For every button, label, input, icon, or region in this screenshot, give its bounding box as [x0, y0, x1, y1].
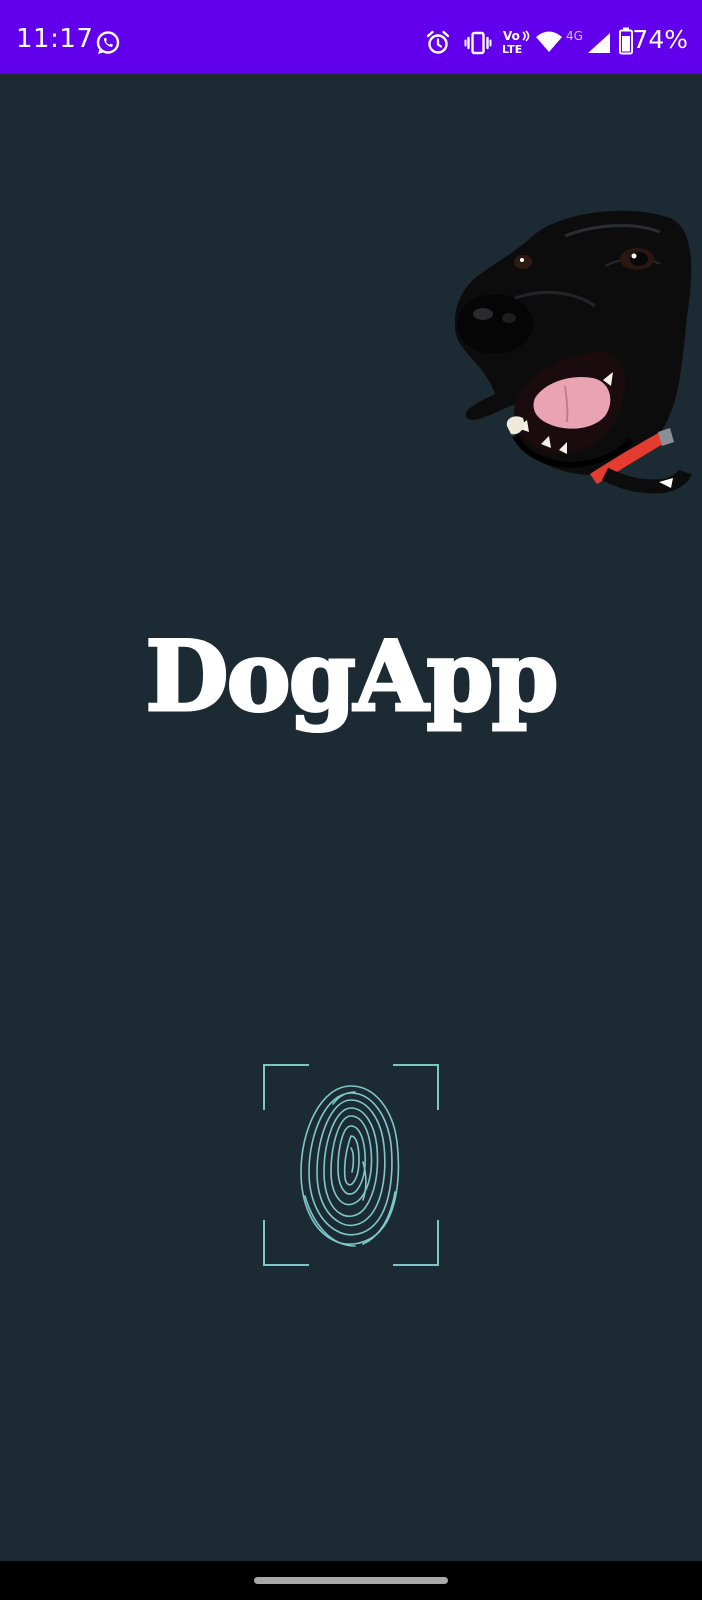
battery-percent: 74% [632, 25, 688, 54]
battery-icon [619, 27, 633, 55]
network-type-label: 4G [566, 29, 583, 43]
status-bar: 11:17 Vo LTE 4G 74% [0, 0, 702, 74]
volte-top-label: Vo [503, 29, 520, 43]
wifi-icon [536, 31, 562, 52]
volte-bottom-label: LTE [502, 43, 523, 56]
alarm-icon [426, 30, 450, 54]
app-title: DogApp [144, 620, 560, 733]
dog-image [455, 210, 692, 494]
status-time: 11:17 [16, 24, 94, 54]
fingerprint-icon [300, 1085, 400, 1247]
navigation-bar [0, 1561, 702, 1600]
volte-wave-icon [522, 30, 530, 42]
home-handle[interactable] [254, 1577, 448, 1584]
splash-screen: DogApp [0, 74, 702, 1561]
vibrate-icon [464, 31, 492, 55]
fingerprint-button[interactable] [263, 1064, 439, 1266]
cell-signal-icon [588, 33, 610, 53]
whatsapp-icon [96, 31, 120, 54]
